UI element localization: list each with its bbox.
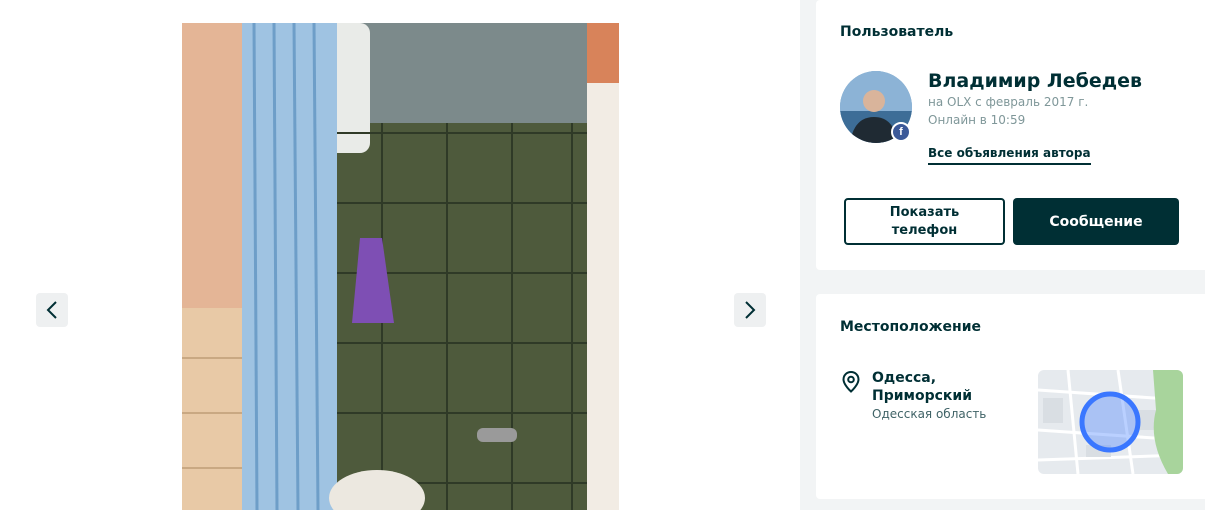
user-section-title: Пользователь xyxy=(840,24,954,40)
online-status: Онлайн в 10:59 xyxy=(928,113,1026,127)
location-pin-icon xyxy=(842,371,860,393)
member-since: на OLX с февраль 2017 г. xyxy=(928,95,1089,109)
facebook-icon: f xyxy=(891,122,911,142)
location-region: Одесская область xyxy=(872,407,987,421)
location-card: Местоположение Одесса, Приморский Одесск… xyxy=(816,294,1205,499)
user-card: Пользователь f Владимир Лебедев на OLX с… xyxy=(816,0,1205,270)
listing-photo[interactable] xyxy=(182,23,619,510)
show-phone-button[interactable]: Показать телефон xyxy=(844,198,1005,245)
all-ads-link[interactable]: Все объявления автора xyxy=(928,146,1091,165)
next-photo-button[interactable] xyxy=(734,293,766,327)
chevron-right-icon xyxy=(745,301,756,319)
location-city: Одесса, Приморский xyxy=(872,370,973,404)
location-section-title: Местоположение xyxy=(840,319,982,335)
location-map[interactable] xyxy=(1038,370,1183,474)
prev-photo-button[interactable] xyxy=(36,293,68,327)
message-button[interactable]: Сообщение xyxy=(1013,198,1179,245)
chevron-left-icon xyxy=(46,301,57,319)
photo-gallery xyxy=(0,0,800,510)
user-name: Владимир Лебедев xyxy=(928,70,1143,92)
